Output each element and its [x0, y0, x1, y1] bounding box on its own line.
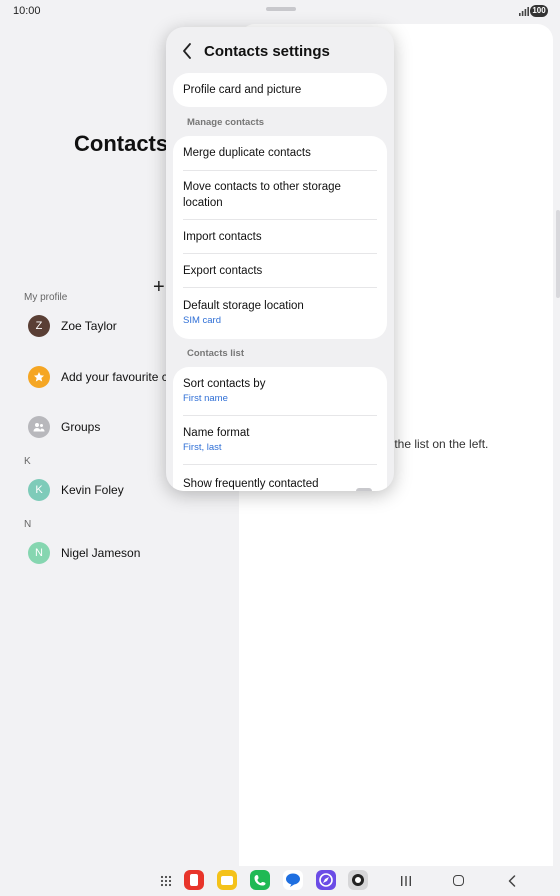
- divider: [183, 170, 377, 171]
- camera-app-icon[interactable]: [348, 870, 368, 890]
- settings-item-show-frequent[interactable]: Show frequently contacted: [183, 476, 377, 491]
- section-label-contacts-list: Contacts list: [187, 348, 245, 359]
- settings-item-label: Profile card and picture: [183, 84, 302, 96]
- section-label-n: N: [24, 519, 32, 530]
- section-label-manage-contacts: Manage contacts: [187, 117, 265, 128]
- settings-item-sort-contacts[interactable]: Sort contacts by First name: [183, 376, 377, 404]
- signal-icon: [519, 7, 529, 16]
- section-label-my-profile: My profile: [24, 292, 68, 303]
- list-item-label: Groups: [61, 420, 101, 434]
- red-app-icon[interactable]: [184, 870, 204, 890]
- status-time: 10:00: [13, 5, 41, 17]
- browser-app-icon[interactable]: [316, 870, 336, 890]
- add-contact-icon[interactable]: +: [153, 276, 165, 299]
- avatar: N: [28, 542, 50, 564]
- list-item-groups[interactable]: Groups: [28, 416, 100, 438]
- section-label-k: K: [24, 456, 31, 467]
- groups-icon: [28, 416, 50, 438]
- back-arrow-icon[interactable]: [182, 43, 192, 59]
- list-item-label: Kevin Foley: [61, 483, 124, 497]
- list-item-my-profile[interactable]: Z Zoe Taylor: [28, 315, 117, 337]
- settings-item-name-format[interactable]: Name format First, last: [183, 425, 377, 453]
- settings-item-value: First, last: [183, 442, 222, 453]
- settings-item-move-contacts[interactable]: Move contacts to other storage location: [183, 179, 377, 211]
- messages-app-icon[interactable]: [283, 870, 303, 890]
- phone-app-icon[interactable]: [250, 870, 270, 890]
- toggle-switch[interactable]: [356, 488, 372, 491]
- list-item-contact[interactable]: K Kevin Foley: [28, 479, 124, 501]
- home-icon[interactable]: [453, 875, 464, 886]
- page-title: Contacts: [74, 131, 169, 156]
- profile-card-settings[interactable]: Profile card and picture: [173, 73, 387, 107]
- panel-resize-handle[interactable]: [556, 210, 560, 298]
- popup-title: Contacts settings: [204, 43, 330, 60]
- popup-header: Contacts settings: [166, 27, 394, 73]
- divider: [183, 253, 377, 254]
- list-item-contact[interactable]: N Nigel Jameson: [28, 542, 140, 564]
- divider: [183, 415, 377, 416]
- list-item-favourites[interactable]: Add your favourite c: [28, 366, 168, 388]
- apps-grid-icon[interactable]: [160, 875, 172, 887]
- settings-item-default-storage[interactable]: Default storage location SIM card: [183, 298, 377, 326]
- list-item-label: Add your favourite c: [61, 370, 168, 384]
- settings-item-import-contacts[interactable]: Import contacts: [183, 229, 377, 245]
- settings-item-merge-duplicates[interactable]: Merge duplicate contacts: [183, 145, 377, 161]
- star-icon: [28, 366, 50, 388]
- list-item-label: Zoe Taylor: [61, 319, 117, 333]
- avatar: K: [28, 479, 50, 501]
- empty-state-hint: m the list on the left.: [381, 437, 489, 451]
- contacts-list-card: Sort contacts by First name Name format …: [173, 367, 387, 491]
- divider: [183, 287, 377, 288]
- window-drag-handle[interactable]: [266, 7, 296, 11]
- nav-back-icon[interactable]: [508, 875, 516, 887]
- list-item-label: Nigel Jameson: [61, 546, 141, 560]
- divider: [183, 464, 377, 465]
- settings-item-export-contacts[interactable]: Export contacts: [183, 263, 377, 279]
- manage-contacts-card: Merge duplicate contacts Move contacts t…: [173, 136, 387, 339]
- contacts-settings-popup: Contacts settings Profile card and pictu…: [166, 27, 394, 491]
- recent-apps-icon[interactable]: [400, 876, 412, 886]
- divider: [183, 219, 377, 220]
- navigation-bar: [0, 866, 560, 896]
- notes-app-icon[interactable]: [217, 870, 237, 890]
- battery-icon: 100: [530, 5, 548, 17]
- status-bar: 10:00 100: [0, 0, 560, 24]
- settings-item-value: First name: [183, 393, 228, 404]
- avatar: Z: [28, 315, 50, 337]
- settings-item-value: SIM card: [183, 315, 222, 326]
